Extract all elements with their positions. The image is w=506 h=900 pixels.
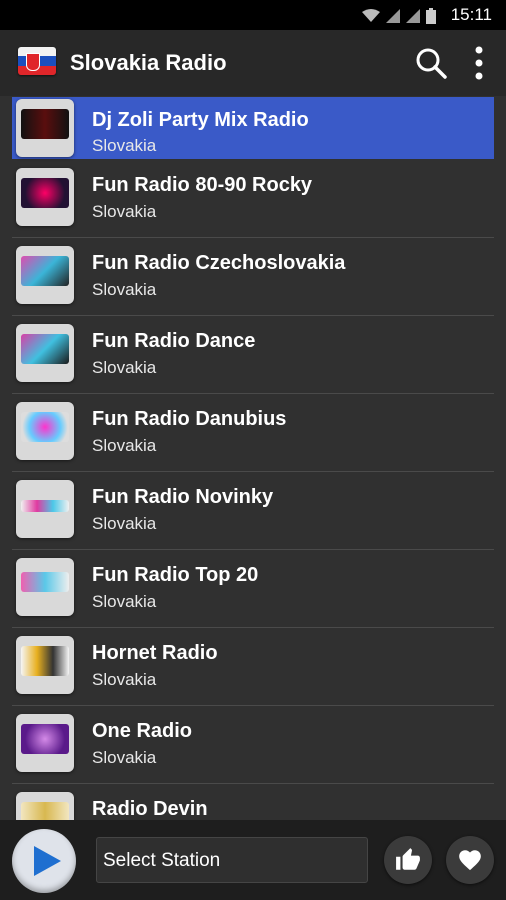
station-logo (16, 402, 74, 460)
play-button[interactable] (12, 829, 76, 893)
app-bar: Slovakia Radio (0, 30, 506, 96)
slovakia-flag-icon (18, 47, 56, 75)
station-country: Slovakia (92, 514, 157, 533)
like-button[interactable] (384, 836, 432, 884)
station-logo (16, 246, 74, 304)
search-icon (416, 48, 447, 79)
station-logo (16, 99, 74, 157)
station-list: Dj Zoli Party Mix Radio Slovakia Fun Rad… (0, 96, 506, 820)
thumbs-up-icon (396, 848, 420, 870)
station-country: Slovakia (92, 670, 157, 689)
status-icons (362, 8, 436, 24)
station-logo (16, 324, 74, 382)
station-logo (16, 636, 74, 694)
current-station-label: Select Station (103, 850, 221, 871)
station-name: Hornet Radio (92, 642, 218, 664)
more-vert-icon (475, 46, 483, 80)
signal-icon (386, 9, 400, 23)
player-bar: Select Station (0, 820, 506, 900)
station-row[interactable]: Fun Radio Novinky Slovakia (12, 472, 494, 550)
favorite-button[interactable] (446, 836, 494, 884)
station-name: Radio Devin (92, 798, 208, 820)
station-name: One Radio (92, 720, 193, 742)
station-row[interactable]: Dj Zoli Party Mix Radio Slovakia (12, 97, 494, 159)
station-row[interactable]: Fun Radio Dance Slovakia (12, 316, 494, 394)
station-logo (16, 480, 74, 538)
station-name: Fun Radio Novinky (92, 486, 274, 508)
wifi-icon (362, 9, 380, 22)
station-row[interactable]: Hornet Radio Slovakia (12, 628, 494, 706)
station-country: Slovakia (92, 280, 157, 299)
current-station-field[interactable]: Select Station (96, 837, 368, 883)
signal-icon (406, 9, 420, 23)
station-name: Fun Radio 80-90 Rocky (92, 174, 313, 196)
search-button[interactable] (414, 46, 448, 80)
station-name: Fun Radio Czechoslovakia (92, 252, 346, 274)
battery-icon (426, 8, 436, 24)
heart-icon (459, 850, 481, 871)
station-country: Slovakia (92, 592, 157, 611)
station-row[interactable]: Fun Radio 80-90 Rocky Slovakia (12, 160, 494, 238)
station-name: Dj Zoli Party Mix Radio (92, 109, 309, 131)
station-logo (16, 168, 74, 226)
status-time: 15:11 (450, 5, 492, 24)
station-logo (16, 714, 74, 772)
more-options-button[interactable] (468, 44, 490, 82)
station-country: Slovakia (92, 202, 157, 221)
play-icon (34, 846, 61, 876)
station-country: Slovakia (92, 136, 157, 155)
station-country: Slovakia (92, 436, 157, 455)
station-country: Slovakia (92, 748, 157, 767)
station-country: Slovakia (92, 358, 157, 377)
station-row[interactable]: Radio Devin (12, 784, 494, 820)
station-name: Fun Radio Danubius (92, 408, 287, 430)
station-name: Fun Radio Dance (92, 330, 256, 352)
app-title: Slovakia Radio (70, 50, 227, 75)
station-row[interactable]: Fun Radio Czechoslovakia Slovakia (12, 238, 494, 316)
station-name: Fun Radio Top 20 (92, 564, 259, 586)
station-logo (16, 558, 74, 616)
station-row[interactable]: Fun Radio Top 20 Slovakia (12, 550, 494, 628)
status-bar: 15:11 (0, 0, 506, 30)
station-row[interactable]: Fun Radio Danubius Slovakia (12, 394, 494, 472)
station-logo (16, 792, 74, 820)
station-row[interactable]: One Radio Slovakia (12, 706, 494, 784)
